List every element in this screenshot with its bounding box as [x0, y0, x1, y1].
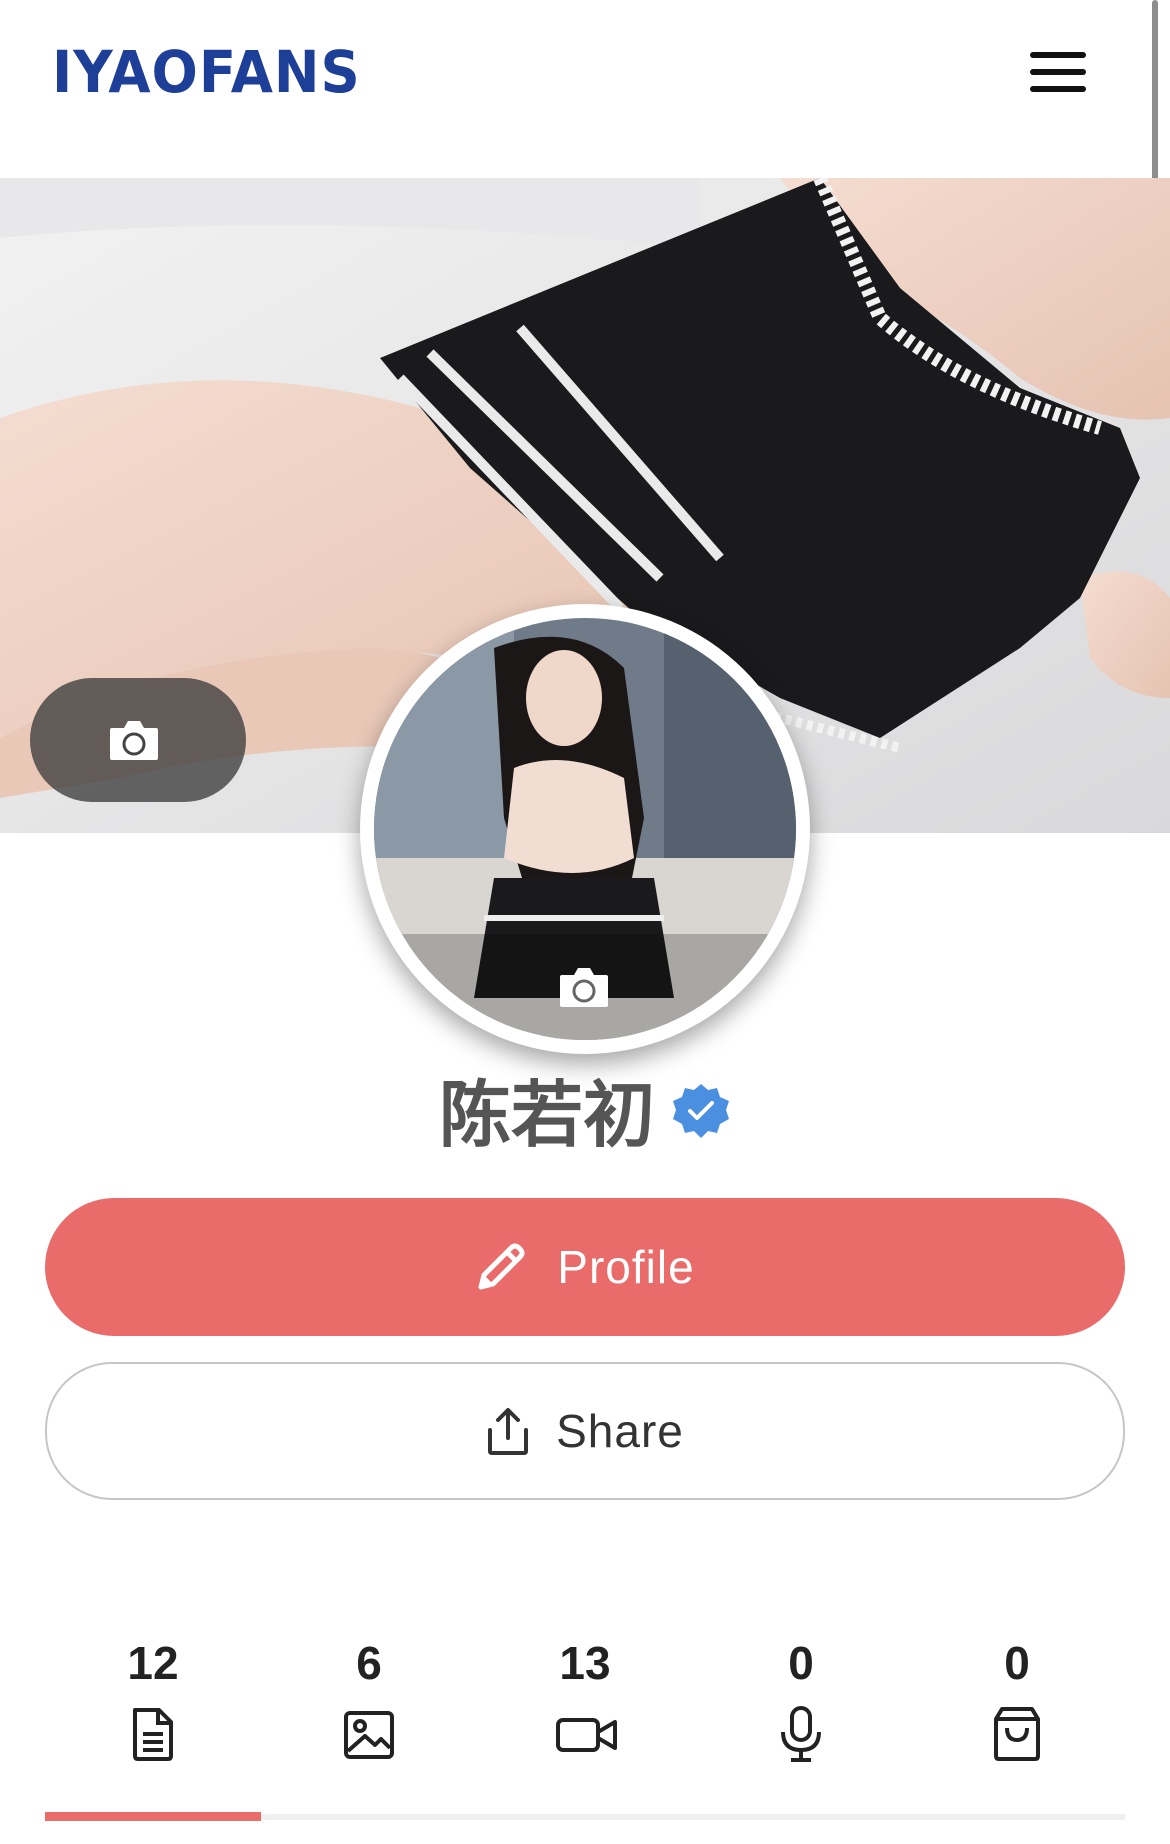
- avatar[interactable]: [360, 604, 810, 1054]
- top-header: IYAOFANS: [0, 0, 1170, 178]
- edit-profile-label: Profile: [557, 1241, 695, 1293]
- tab-count: 13: [559, 1637, 611, 1689]
- tab-shop[interactable]: 0: [909, 1630, 1125, 1810]
- pencil-icon: [478, 1243, 525, 1290]
- camera-icon[interactable]: [558, 963, 610, 1009]
- tab-posts[interactable]: 12: [45, 1630, 261, 1810]
- active-tab-indicator: [45, 1812, 261, 1821]
- tab-videos[interactable]: 13: [477, 1630, 693, 1810]
- edit-profile-button[interactable]: Profile: [45, 1198, 1125, 1336]
- tab-audio[interactable]: 0: [693, 1630, 909, 1810]
- site-logo[interactable]: IYAOFANS: [52, 38, 361, 106]
- share-button[interactable]: Share: [45, 1362, 1125, 1500]
- profile-name: 陈若初: [438, 1072, 655, 1157]
- tab-count: 0: [1004, 1637, 1030, 1689]
- share-label: Share: [556, 1405, 684, 1457]
- verified-badge-icon: [673, 1084, 729, 1138]
- profile-name-row: 陈若初: [0, 1062, 1170, 1157]
- hamburger-menu-icon[interactable]: [1030, 50, 1086, 94]
- content-tabs: 12 6 13 0 0: [45, 1630, 1125, 1840]
- video-icon: [556, 1718, 617, 1752]
- document-icon: [133, 1708, 173, 1761]
- image-icon: [344, 1711, 394, 1759]
- tab-count: 0: [788, 1637, 814, 1689]
- tab-count: 12: [127, 1637, 179, 1689]
- tab-count: 6: [356, 1637, 382, 1689]
- camera-icon: [110, 721, 158, 760]
- tab-photos[interactable]: 6: [261, 1630, 477, 1810]
- cover-camera-button[interactable]: [30, 678, 246, 802]
- shopping-bag-icon: [994, 1707, 1040, 1761]
- microphone-icon: [781, 1706, 821, 1762]
- share-icon: [488, 1408, 529, 1455]
